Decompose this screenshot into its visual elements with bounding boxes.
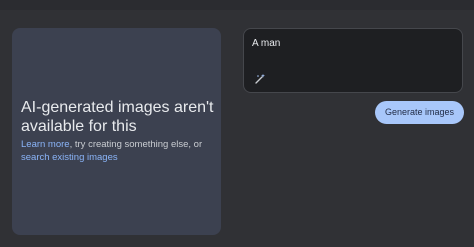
search-existing-images-link[interactable]: search existing images xyxy=(21,152,118,163)
unavailable-message-middle: , try creating something else, or xyxy=(69,139,203,150)
image-unavailable-panel: AI-generated images aren't available for… xyxy=(12,28,221,235)
generate-images-button[interactable]: Generate images xyxy=(375,101,464,124)
magic-wand-icon[interactable] xyxy=(254,73,266,85)
unavailable-message-body: Learn more, try creating something else,… xyxy=(21,138,221,164)
prompt-input[interactable]: A man xyxy=(243,28,463,93)
top-bar xyxy=(0,0,474,10)
unavailable-message-title: AI-generated images aren't available for… xyxy=(21,99,214,135)
prompt-text[interactable]: A man xyxy=(252,38,280,49)
learn-more-link[interactable]: Learn more xyxy=(21,139,70,150)
